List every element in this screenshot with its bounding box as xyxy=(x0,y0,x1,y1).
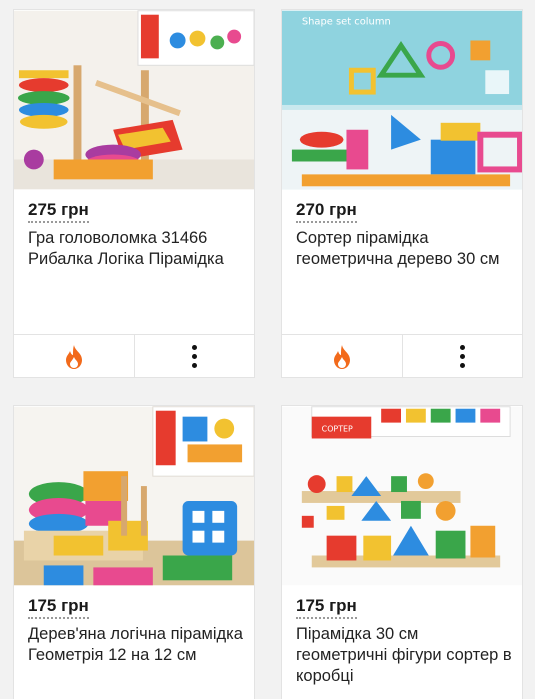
product-price: 175 грн xyxy=(28,596,89,619)
product-card[interactable]: 275 грн Гра головоломка 31466 Рибалка Ло… xyxy=(13,9,255,378)
geometry-pyramid-image xyxy=(14,406,254,586)
product-card[interactable]: Shape set column 270 грн Сортер пірамідк… xyxy=(281,9,523,378)
product-image[interactable]: СОРТЕР xyxy=(282,406,522,586)
product-title[interactable]: Пірамідка 30 см геометричні фігури сорте… xyxy=(296,624,514,687)
product-image[interactable] xyxy=(14,10,254,190)
product-title[interactable]: Дерев'яна логічна пірамідка Геометрія 12… xyxy=(28,624,246,666)
shape-sorter-column-image: Shape set column xyxy=(282,10,522,190)
wooden-fishing-pyramid-image xyxy=(14,10,254,190)
product-price: 175 грн xyxy=(296,596,357,619)
more-vertical-icon xyxy=(191,345,197,368)
card-actions xyxy=(14,334,255,377)
box-label: Shape set column xyxy=(302,17,391,28)
product-price: 270 грн xyxy=(296,200,357,223)
card-actions xyxy=(282,334,523,377)
product-card[interactable]: 175 грн Дерев'яна логічна пірамідка Геом… xyxy=(13,405,255,699)
product-price: 275 грн xyxy=(28,200,89,223)
product-title[interactable]: Сортер пірамідка геометрична дерево 30 с… xyxy=(296,228,514,270)
fire-icon xyxy=(65,344,82,369)
more-options-button[interactable] xyxy=(401,335,523,377)
more-vertical-icon xyxy=(459,345,465,368)
hot-button[interactable] xyxy=(14,335,134,377)
product-image[interactable] xyxy=(14,406,254,586)
product-card[interactable]: СОРТЕР 175 грн Пірамідка 30 см геометрич… xyxy=(281,405,523,699)
fire-icon xyxy=(333,344,350,369)
product-title[interactable]: Гра головоломка 31466 Рибалка Логіка Пір… xyxy=(28,228,246,270)
box-label: СОРТЕР xyxy=(322,425,353,434)
more-options-button[interactable] xyxy=(133,335,255,377)
sorter-in-box-image: СОРТЕР xyxy=(282,406,522,586)
product-image[interactable]: Shape set column xyxy=(282,10,522,190)
hot-button[interactable] xyxy=(282,335,402,377)
